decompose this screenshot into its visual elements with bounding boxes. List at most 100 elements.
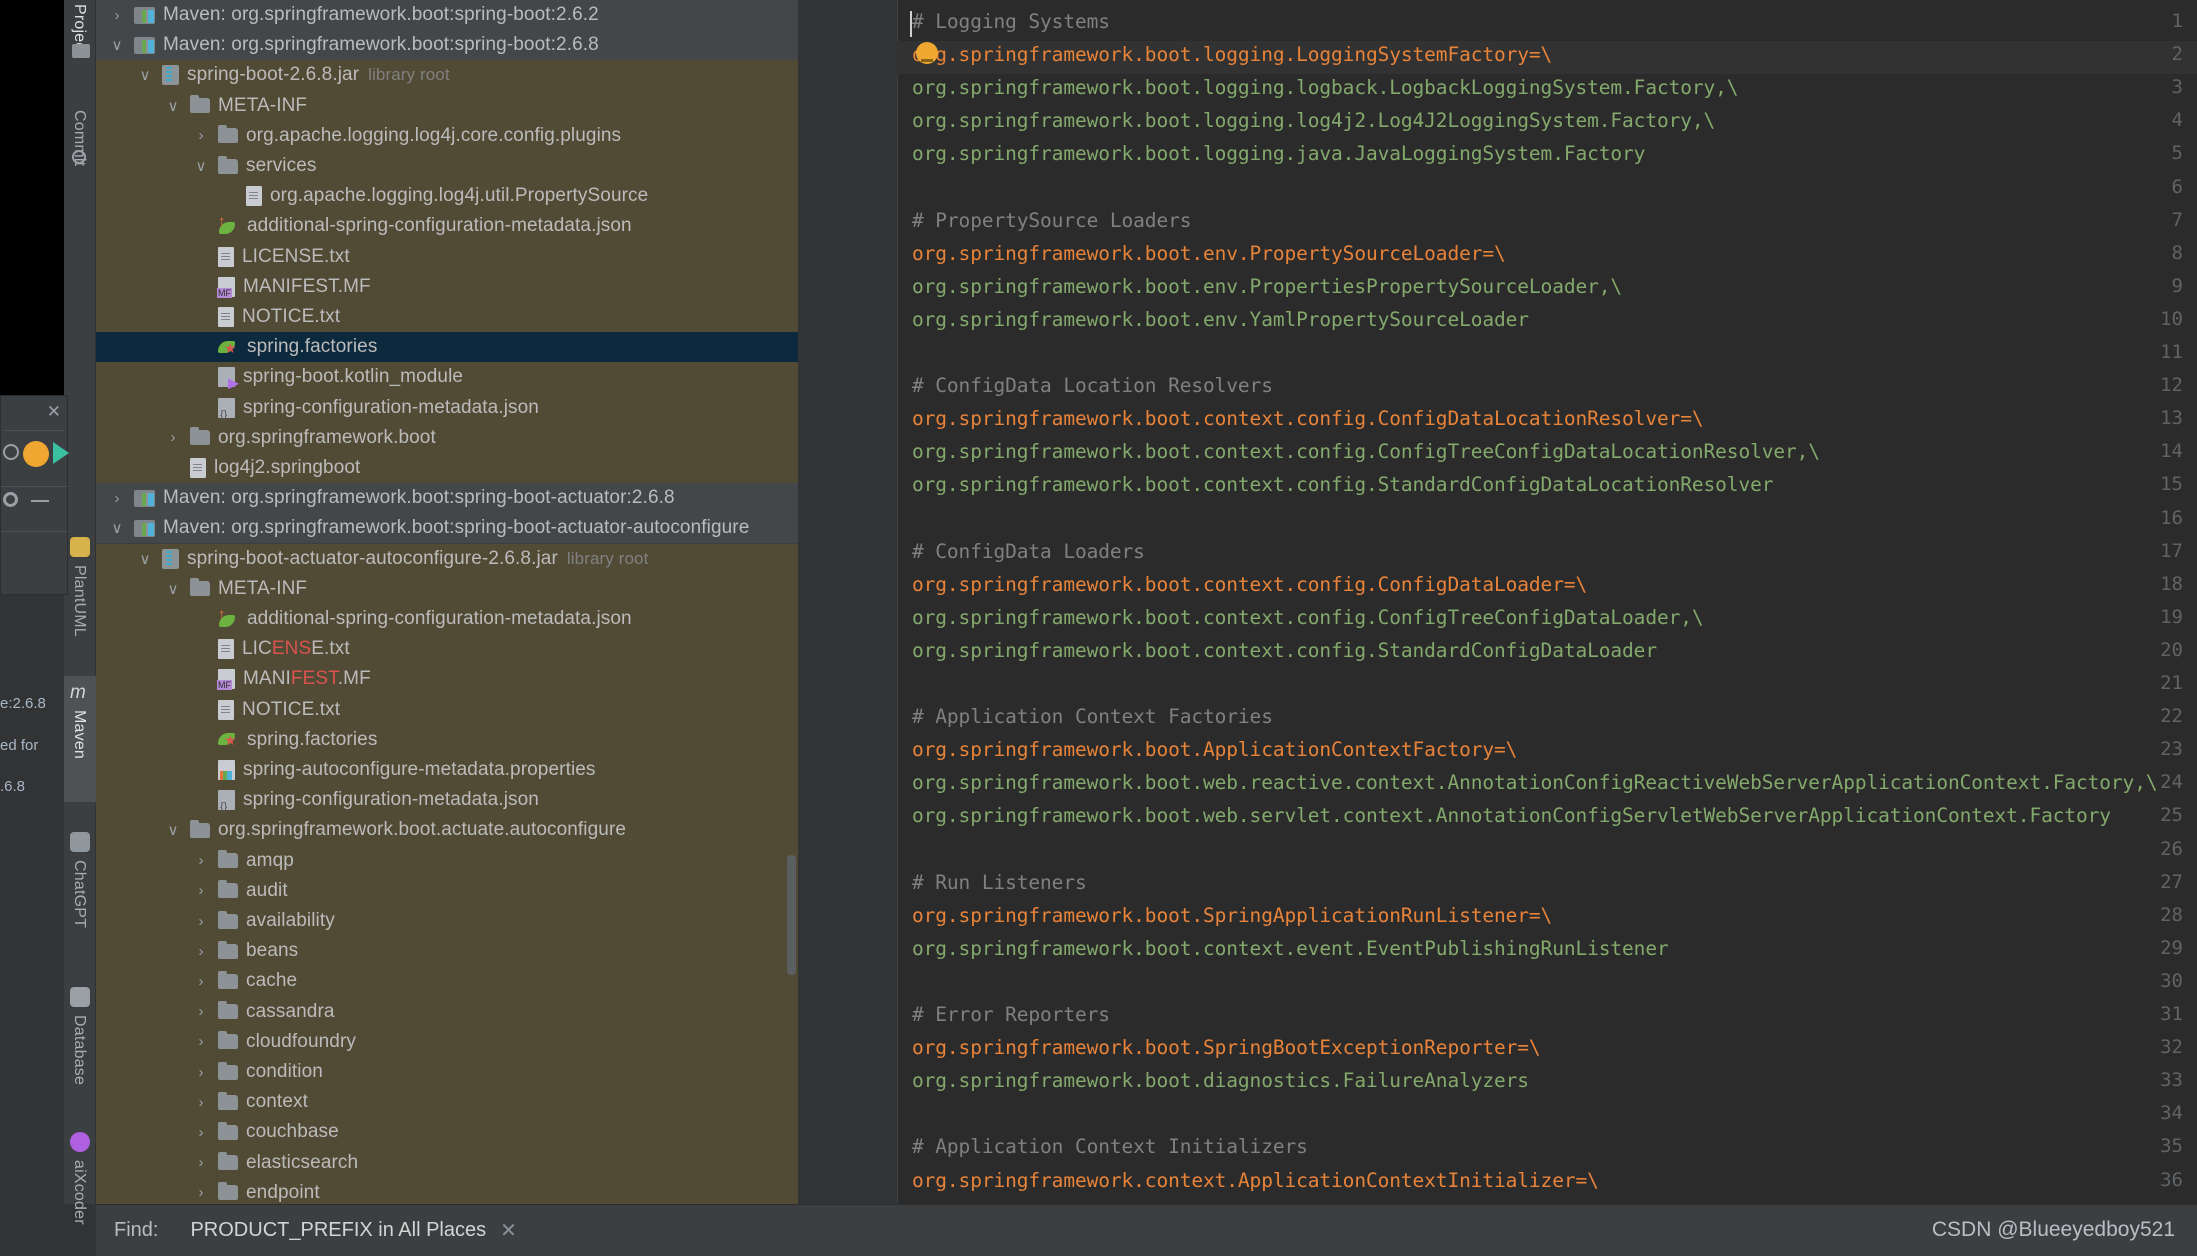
tree-row[interactable]: NOTICE.txt bbox=[96, 695, 798, 725]
chevron-right-icon[interactable]: › bbox=[194, 852, 208, 869]
chevron-right-icon[interactable]: › bbox=[194, 1154, 208, 1171]
aixcoder-icon[interactable] bbox=[70, 1132, 90, 1152]
chevron-right-icon[interactable]: › bbox=[194, 943, 208, 960]
tree-row[interactable]: spring.factories bbox=[96, 332, 798, 363]
code-line[interactable]: # Application Context Factories bbox=[912, 705, 1273, 728]
tree-row[interactable]: ∨ META-INF bbox=[96, 91, 798, 121]
chevron-down-icon[interactable]: ∨ bbox=[138, 66, 152, 84]
code-line[interactable]: org.springframework.boot.context.config.… bbox=[912, 407, 1704, 430]
tree-row[interactable]: org.apache.logging.log4j.util.PropertySo… bbox=[96, 181, 798, 211]
code-line[interactable]: org.springframework.boot.env.PropertiesP… bbox=[912, 275, 1622, 298]
chevron-right-icon[interactable]: › bbox=[194, 1033, 208, 1050]
code-line[interactable]: org.springframework.boot.context.config.… bbox=[912, 573, 1587, 596]
chevron-down-icon[interactable]: ∨ bbox=[194, 157, 208, 175]
tree-row[interactable]: ∨ services bbox=[96, 151, 798, 181]
chevron-down-icon[interactable]: ∨ bbox=[138, 550, 152, 568]
tree-row[interactable]: additional-spring-configuration-metadata… bbox=[96, 211, 798, 241]
find-value[interactable]: PRODUCT_PREFIX in All Places bbox=[190, 1219, 486, 1242]
code-line[interactable]: org.springframework.context.ApplicationC… bbox=[912, 1169, 1599, 1192]
code-line[interactable]: org.springframework.boot.SpringBootExcep… bbox=[912, 1036, 1541, 1059]
chevron-right-icon[interactable]: › bbox=[194, 1064, 208, 1081]
chevron-right-icon[interactable]: › bbox=[194, 127, 208, 144]
chevron-right-icon[interactable]: › bbox=[194, 1184, 208, 1201]
code-line[interactable]: org.springframework.boot.context.event.E… bbox=[912, 937, 1669, 960]
folder-icon[interactable] bbox=[72, 44, 90, 58]
tree-row[interactable]: › context bbox=[96, 1087, 798, 1117]
tree-row[interactable]: › Maven: org.springframework.boot:spring-… bbox=[96, 483, 798, 514]
code-line[interactable]: org.springframework.boot.ApplicationCont… bbox=[912, 738, 1517, 761]
tree-row[interactable]: › cloudfoundry bbox=[96, 1027, 798, 1057]
code-line[interactable]: # Application Context Initializers bbox=[912, 1135, 1308, 1158]
tree-row[interactable]: › Maven: org.springframework.boot:spring-… bbox=[96, 0, 798, 30]
minimize-icon[interactable] bbox=[31, 500, 49, 502]
side-tab-aixcoder[interactable]: aiXcoder bbox=[70, 1160, 88, 1225]
tree-row[interactable]: › beans bbox=[96, 936, 798, 966]
search-icon[interactable] bbox=[3, 444, 19, 460]
side-tab-maven[interactable]: Maven bbox=[70, 710, 88, 759]
code-line[interactable]: org.springframework.boot.logging.logback… bbox=[912, 76, 1739, 99]
tree-row[interactable]: LICENSE.txt bbox=[96, 634, 798, 664]
tree-row[interactable]: ∨ spring-boot-2.6.8.jar library root bbox=[96, 60, 798, 90]
tree-row[interactable]: › elasticsearch bbox=[96, 1148, 798, 1178]
tree-row[interactable]: MANIFEST.MF bbox=[96, 272, 798, 302]
code-line[interactable]: org.springframework.boot.web.reactive.co… bbox=[912, 771, 2158, 794]
code-line[interactable]: org.springframework.boot.logging.log4j2.… bbox=[912, 109, 1715, 132]
side-tab-database[interactable]: Database bbox=[70, 1015, 88, 1085]
tree-row[interactable]: spring.factories bbox=[96, 725, 798, 755]
chatgpt-icon[interactable] bbox=[70, 832, 90, 852]
tree-row[interactable]: › availability bbox=[96, 906, 798, 936]
tree-row[interactable]: additional-spring-configuration-metadata… bbox=[96, 604, 798, 634]
code-line[interactable]: org.springframework.boot.env.PropertySou… bbox=[912, 242, 1506, 265]
tree-row[interactable]: LICENSE.txt bbox=[96, 242, 798, 272]
tree-row[interactable]: › couchbase bbox=[96, 1117, 798, 1147]
editor-gutter[interactable] bbox=[798, 0, 897, 1224]
tree-row[interactable]: spring-boot.kotlin_module bbox=[96, 362, 798, 392]
code-line[interactable]: org.springframework.boot.context.config.… bbox=[912, 440, 1820, 463]
tree-row[interactable]: spring-configuration-metadata.json bbox=[96, 393, 798, 423]
code-line[interactable]: org.springframework.boot.env.YamlPropert… bbox=[912, 308, 1529, 331]
chevron-right-icon[interactable]: › bbox=[194, 973, 208, 990]
code-line[interactable]: org.springframework.boot.SpringApplicati… bbox=[912, 904, 1552, 927]
code-line[interactable]: org.springframework.boot.context.config.… bbox=[912, 639, 1657, 662]
project-tree-panel[interactable]: › Maven: org.springframework.boot:spring-… bbox=[96, 0, 798, 1224]
close-icon[interactable]: ✕ bbox=[47, 402, 61, 422]
database-icon[interactable] bbox=[70, 987, 90, 1007]
chevron-right-icon[interactable]: › bbox=[110, 7, 124, 24]
run-play-icon[interactable] bbox=[53, 442, 69, 464]
code-line[interactable]: # Logging Systems bbox=[912, 10, 1110, 33]
code-line[interactable]: # ConfigData Location Resolvers bbox=[912, 374, 1273, 397]
chevron-right-icon[interactable]: › bbox=[110, 490, 124, 507]
tree-vertical-scrollbar[interactable] bbox=[787, 855, 796, 975]
chevron-down-icon[interactable]: ∨ bbox=[166, 97, 180, 115]
code-line[interactable]: # Run Listeners bbox=[912, 871, 1087, 894]
code-line[interactable]: org.springframework.boot.context.config.… bbox=[912, 606, 1704, 629]
code-line[interactable]: org.springframework.boot.logging.java.Ja… bbox=[912, 142, 1645, 165]
close-icon[interactable]: ✕ bbox=[500, 1218, 517, 1243]
chevron-right-icon[interactable]: › bbox=[166, 429, 180, 446]
tree-row[interactable]: spring-autoconfigure-metadata.properties bbox=[96, 755, 798, 785]
chevron-right-icon[interactable]: › bbox=[194, 913, 208, 930]
chevron-down-icon[interactable]: ∨ bbox=[110, 36, 124, 54]
plantuml-icon[interactable] bbox=[70, 537, 90, 557]
tree-row[interactable]: spring-configuration-metadata.json bbox=[96, 785, 798, 815]
tree-row[interactable]: NOTICE.txt bbox=[96, 302, 798, 332]
tree-row[interactable]: ∨ Maven: org.springframework.boot:spring-… bbox=[96, 30, 798, 61]
maven-m-icon[interactable]: m bbox=[70, 682, 90, 703]
tree-row[interactable]: ∨ spring-boot-actuator-autoconfigure-2.6.… bbox=[96, 544, 798, 574]
chevron-down-icon[interactable]: ∨ bbox=[166, 580, 180, 598]
chevron-right-icon[interactable]: › bbox=[194, 1003, 208, 1020]
code-line[interactable]: org.springframework.boot.web.servlet.con… bbox=[912, 804, 2111, 827]
code-line[interactable]: org.springframework.boot.context.config.… bbox=[912, 473, 1773, 496]
tree-row[interactable]: log4j2.springboot bbox=[96, 453, 798, 483]
gear-icon[interactable] bbox=[3, 492, 18, 507]
tree-row[interactable]: ∨ Maven: org.springframework.boot:spring-… bbox=[96, 513, 798, 544]
tree-row[interactable]: › org.springframework.boot bbox=[96, 423, 798, 453]
lightbulb-icon[interactable] bbox=[916, 42, 938, 64]
chevron-right-icon[interactable]: › bbox=[194, 1094, 208, 1111]
code-line[interactable]: # PropertySource Loaders bbox=[912, 209, 1191, 232]
tree-row[interactable]: › audit bbox=[96, 876, 798, 906]
tree-row[interactable]: ∨ org.springframework.boot.actuate.autoco… bbox=[96, 815, 798, 845]
tree-row[interactable]: ∨ META-INF bbox=[96, 574, 798, 604]
tree-row[interactable]: › cassandra bbox=[96, 997, 798, 1027]
tree-row[interactable]: › cache bbox=[96, 966, 798, 996]
